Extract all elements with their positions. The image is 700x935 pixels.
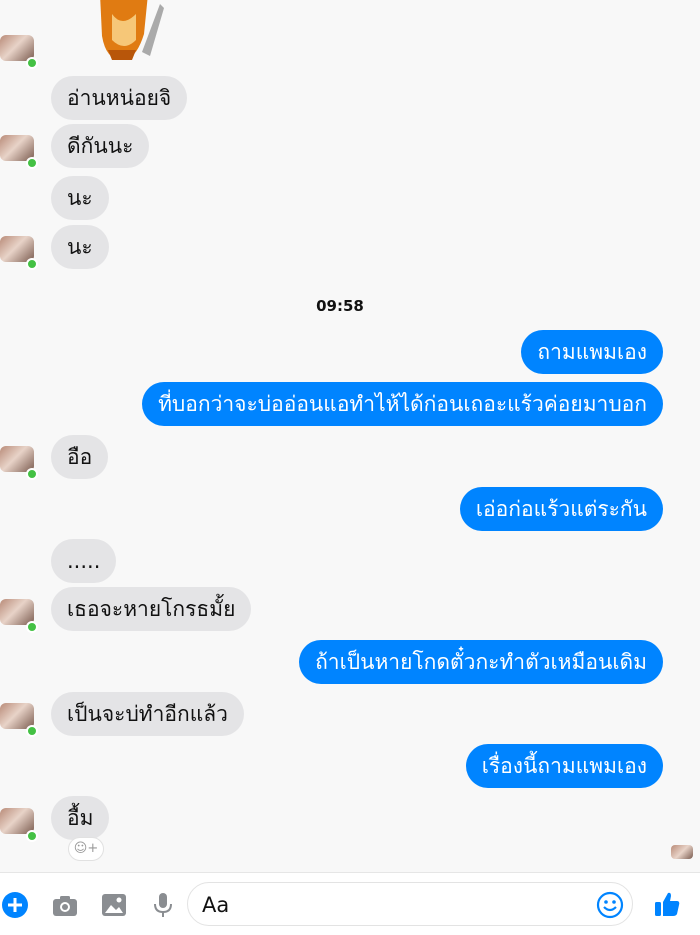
contact-avatar[interactable] xyxy=(0,236,38,270)
online-indicator xyxy=(26,157,38,169)
message-outgoing[interactable]: ถามแพมเอง xyxy=(521,330,663,374)
camera-icon[interactable] xyxy=(52,892,78,918)
contact-avatar[interactable] xyxy=(0,446,38,480)
sticker-image xyxy=(100,0,164,60)
online-indicator xyxy=(26,57,38,69)
contact-avatar[interactable] xyxy=(0,808,38,842)
plus-icon[interactable] xyxy=(2,892,28,918)
seen-avatar xyxy=(671,845,693,859)
message-outgoing[interactable]: ที่บอกว่าจะบ่ออ่อนแอทำไห้ได้ก่อนเถอะแร้ว… xyxy=(142,382,663,426)
message-outgoing[interactable]: ถ้าเป็นหายโกดตั๋วกะทำตัวเหมือนเดิม xyxy=(299,640,663,684)
message-incoming[interactable]: เป็นจะบ่ทำอีกแล้ว xyxy=(51,692,244,736)
online-indicator xyxy=(26,621,38,633)
add-reaction-button[interactable]: ☺+ xyxy=(68,837,104,861)
contact-avatar[interactable] xyxy=(0,35,38,69)
message-incoming[interactable]: นะ xyxy=(51,225,109,269)
message-composer: Aa xyxy=(0,872,700,935)
contact-avatar[interactable] xyxy=(0,599,38,633)
message-incoming[interactable]: อื้ม xyxy=(51,796,110,840)
message-incoming[interactable]: อือ xyxy=(51,435,109,479)
online-indicator xyxy=(26,468,38,480)
message-incoming[interactable]: อ่านหน่อยจิ xyxy=(51,76,188,120)
message-incoming[interactable]: ..... xyxy=(51,539,117,583)
message-incoming[interactable]: ดีกันนะ xyxy=(51,124,150,168)
image-icon[interactable] xyxy=(101,892,127,918)
message-timestamp: 09:58 xyxy=(316,297,364,315)
message-input[interactable]: Aa xyxy=(187,882,633,926)
contact-avatar[interactable] xyxy=(0,135,38,169)
microphone-icon[interactable] xyxy=(150,892,176,918)
message-outgoing[interactable]: เอ่อก่อแร้วแต่ระกัน xyxy=(459,487,663,531)
message-input-placeholder: Aa xyxy=(202,893,230,917)
online-indicator xyxy=(26,830,38,842)
online-indicator xyxy=(26,258,38,270)
message-outgoing[interactable]: เรื่องนี้ถามแพมเอง xyxy=(465,744,663,788)
message-incoming[interactable]: เธอจะหายโกรธมั้ย xyxy=(51,587,252,631)
message-incoming[interactable]: นะ xyxy=(51,176,109,220)
online-indicator xyxy=(26,725,38,737)
thumbs-up-icon[interactable] xyxy=(653,890,681,918)
emoji-icon[interactable] xyxy=(596,891,624,919)
contact-avatar[interactable] xyxy=(0,703,38,737)
